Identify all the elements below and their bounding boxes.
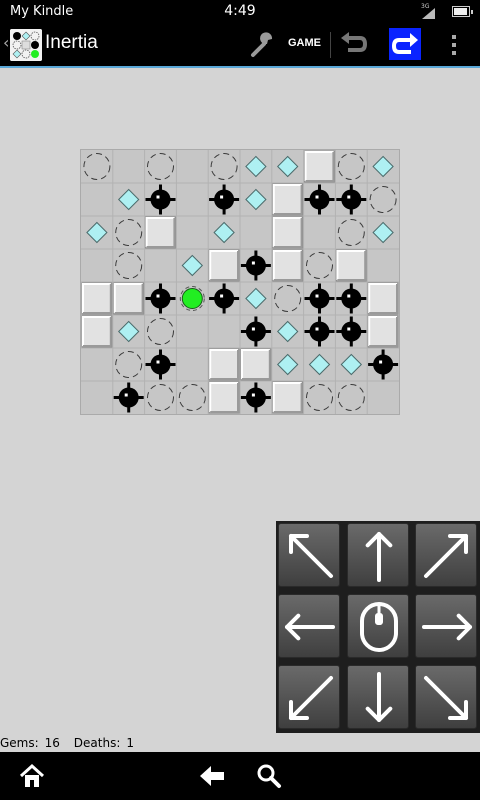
- arrow-down-icon: [365, 672, 393, 722]
- wall-tile: [335, 249, 367, 282]
- battery-icon: [452, 6, 473, 17]
- undo-icon[interactable]: [338, 30, 368, 60]
- wall-tile: [304, 150, 335, 183]
- arrow-left-icon: [285, 613, 335, 641]
- wall-tile: [81, 282, 113, 315]
- arrow-up-left-icon: [289, 534, 333, 578]
- deaths-count: 1: [126, 736, 135, 750]
- wall-tile: [272, 381, 304, 414]
- back-arrow-icon[interactable]: [198, 764, 226, 788]
- search-icon[interactable]: [256, 763, 282, 789]
- up-button[interactable]: [347, 523, 409, 587]
- wall-tile: [113, 282, 145, 315]
- arrow-up-right-icon: [424, 534, 468, 578]
- right-button[interactable]: [415, 594, 477, 658]
- center-button[interactable]: [347, 594, 409, 658]
- status-bar: My Kindle 4:49 3G: [0, 0, 480, 24]
- game-board[interactable]: [80, 149, 400, 415]
- chevron-left-icon[interactable]: ‹: [3, 33, 9, 52]
- game-status-bar: Gems: 16 Deaths: 1: [0, 736, 140, 750]
- redo-icon[interactable]: [389, 28, 421, 60]
- action-bar-divider: [330, 32, 331, 58]
- arrow-down-left-icon: [289, 676, 333, 720]
- game-menu-button[interactable]: GAME: [288, 37, 321, 49]
- down-button[interactable]: [347, 665, 409, 729]
- arrow-right-icon: [422, 613, 472, 641]
- up-left-button[interactable]: [278, 523, 340, 587]
- up-right-button[interactable]: [415, 523, 477, 587]
- down-left-button[interactable]: [278, 665, 340, 729]
- wall-tile: [367, 315, 399, 348]
- wall-tile: [208, 348, 240, 381]
- wrench-icon[interactable]: [248, 30, 278, 60]
- board-canvas[interactable]: [81, 150, 399, 414]
- player-ball: [181, 288, 203, 309]
- arrow-up-icon: [365, 532, 393, 582]
- wall-tile: [272, 249, 304, 282]
- down-right-button[interactable]: [415, 665, 477, 729]
- wall-tile: [272, 216, 304, 249]
- wall-tile: [240, 348, 272, 381]
- wall-tile: [208, 249, 240, 282]
- wall-tile: [367, 282, 399, 315]
- wall-tile: [272, 183, 304, 216]
- direction-pad: [276, 521, 480, 733]
- wall-tile: [208, 381, 240, 414]
- app-title: Inertia: [45, 32, 98, 53]
- action-bar-accent-line: [0, 66, 480, 68]
- arrow-down-right-icon: [424, 676, 468, 720]
- signal-icon: 3G: [421, 3, 435, 19]
- home-icon[interactable]: [18, 763, 46, 789]
- left-button[interactable]: [278, 594, 340, 658]
- wall-tile: [81, 315, 113, 348]
- action-bar: ‹ Inertia GAME: [0, 24, 480, 66]
- clock: 4:49: [224, 3, 256, 19]
- overflow-menu-icon[interactable]: [446, 32, 462, 58]
- mouse-icon: [360, 602, 398, 652]
- app-logo-icon[interactable]: [10, 29, 42, 61]
- navigation-bar: [0, 752, 480, 800]
- deaths-label: Deaths:: [73, 736, 121, 750]
- gems-label: Gems:: [0, 736, 39, 750]
- wall-tile: [145, 216, 176, 249]
- network-type: 3G: [421, 3, 430, 10]
- gems-count: 16: [44, 736, 60, 750]
